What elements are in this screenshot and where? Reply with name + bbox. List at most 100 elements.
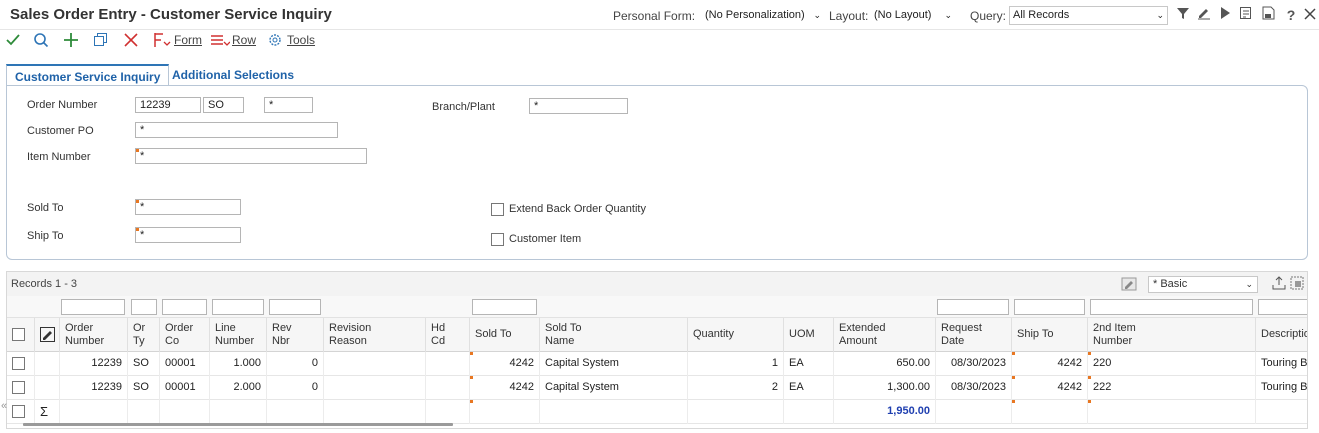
qbe-description[interactable]	[1258, 299, 1307, 315]
col-or-ty[interactable]: Or Ty	[127, 318, 159, 352]
col-label: Number	[65, 335, 105, 347]
col-order-co[interactable]: Order Co	[159, 318, 209, 352]
qbe-or-ty[interactable]	[131, 299, 157, 315]
ship-to-input[interactable]: *	[135, 227, 241, 243]
cell-or-ty: SO	[127, 376, 159, 400]
qbe-rev-nbr[interactable]	[269, 299, 321, 315]
col-second-item[interactable]: 2nd Item Number	[1087, 318, 1255, 352]
col-rev-nbr[interactable]: Rev Nbr	[266, 318, 323, 352]
qbe-filter-row	[7, 296, 1307, 318]
qbe-request-date[interactable]	[937, 299, 1009, 315]
col-label: Order	[65, 322, 94, 334]
qbe-order-number[interactable]	[61, 299, 125, 315]
select-all-checkbox[interactable]	[12, 328, 25, 341]
run-query-icon[interactable]	[1217, 6, 1233, 24]
col-hd-cd[interactable]: Hd Cd	[425, 318, 469, 352]
table-row[interactable]: 12239 SO 00001 2.000 0 4242 Capital Syst…	[7, 376, 1307, 400]
order-company-input[interactable]: *	[264, 97, 313, 113]
results-grid: Records 1 - 3 * Basic ⌄ Order Number Or …	[6, 271, 1308, 429]
tools-menu[interactable]: Tools	[287, 33, 315, 47]
cell-description: Touring Bik	[1255, 376, 1307, 400]
extend-backorder-checkbox[interactable]	[491, 203, 504, 216]
qbe-order-co[interactable]	[162, 299, 207, 315]
customer-item-checkbox[interactable]	[491, 233, 504, 246]
item-number-input[interactable]: *	[135, 148, 367, 164]
tab-additional-selections[interactable]: Additional Selections	[164, 64, 302, 86]
form-menu[interactable]: Form	[174, 33, 202, 47]
col-label: Revision	[329, 322, 372, 334]
layout-label: Layout:	[829, 9, 869, 23]
col-revision-reason[interactable]: Revision Reason	[323, 318, 425, 352]
col-label: Number	[1093, 335, 1133, 347]
find-button[interactable]	[33, 32, 49, 50]
table-row[interactable]: 12239 SO 00001 1.000 0 4242 Capital Syst…	[7, 352, 1307, 376]
chevron-down-icon: ⌄	[1156, 10, 1164, 20]
qbe-ship-to[interactable]	[1014, 299, 1085, 315]
layout-select[interactable]: (No Layout) ⌄	[870, 6, 956, 25]
row-checkbox[interactable]	[12, 357, 25, 370]
branch-plant-input[interactable]: *	[529, 98, 628, 114]
col-extended-amount[interactable]: Extended Amount	[833, 318, 935, 352]
customer-item-label: Customer Item	[509, 233, 582, 245]
row-menu-icon[interactable]	[210, 32, 230, 50]
grid-view-value: * Basic	[1153, 278, 1188, 290]
horizontal-scrollbar[interactable]	[23, 423, 453, 426]
copy-button[interactable]	[93, 32, 109, 50]
cell-empty	[59, 400, 127, 424]
total-extended-amount: 1,950.00	[833, 400, 935, 424]
filter-icon[interactable]	[1175, 6, 1191, 24]
row-edit-cell	[34, 376, 59, 400]
search-icon	[34, 33, 49, 48]
qbe-second-item[interactable]	[1090, 299, 1253, 315]
collapse-panel-icon[interactable]: «	[1, 400, 7, 412]
cell-empty	[469, 400, 539, 424]
col-quantity[interactable]: Quantity	[687, 318, 783, 352]
maximize-grid-icon[interactable]	[1290, 276, 1304, 290]
col-line-number[interactable]: Line Number	[209, 318, 266, 352]
row-checkbox[interactable]	[12, 405, 25, 418]
customer-po-input[interactable]: *	[135, 122, 338, 138]
form-menu-icon[interactable]	[153, 32, 171, 50]
ok-button[interactable]	[5, 32, 21, 50]
tab-customer-service-inquiry[interactable]: Customer Service Inquiry	[6, 64, 170, 87]
col-description[interactable]: Descriptio	[1255, 318, 1307, 352]
edit-row-icon[interactable]	[40, 327, 55, 342]
sold-to-input[interactable]: *	[135, 199, 241, 215]
query-select[interactable]: All Records ⌄	[1009, 6, 1168, 25]
row-menu[interactable]: Row	[232, 33, 256, 47]
layout-value: (No Layout)	[874, 9, 932, 21]
order-type-input[interactable]: SO	[203, 97, 244, 113]
delete-button[interactable]	[123, 32, 139, 50]
col-label: Order	[165, 322, 194, 334]
qbe-line-number[interactable]	[212, 299, 264, 315]
gear-icon[interactable]	[267, 32, 283, 50]
grid-format-icon[interactable]	[1121, 277, 1137, 291]
col-order-number[interactable]: Order Number	[59, 318, 127, 352]
order-number-input[interactable]: 12239	[135, 97, 201, 113]
help-icon[interactable]: ?	[1283, 6, 1299, 24]
personal-form-select[interactable]: (No Personalization) ⌄	[701, 6, 825, 25]
action-toolbar: Form Row Tools	[0, 30, 1319, 52]
col-ship-to[interactable]: Ship To	[1011, 318, 1087, 352]
tools-menu-label: Tools	[287, 33, 316, 47]
col-sold-to[interactable]: Sold To	[469, 318, 539, 352]
col-sold-to-name[interactable]: Sold To Name	[539, 318, 687, 352]
grid-view-select[interactable]: * Basic ⌄	[1148, 276, 1258, 293]
notes-icon[interactable]	[1238, 6, 1254, 24]
col-label: Date	[941, 335, 965, 347]
export-icon[interactable]	[1272, 276, 1286, 290]
row-checkbox[interactable]	[12, 381, 25, 394]
row-select-cell	[7, 376, 34, 400]
form-menu-label: Form	[174, 33, 202, 47]
cell-order-number: 12239	[59, 376, 127, 400]
col-request-date[interactable]: Request Date	[935, 318, 1011, 352]
col-uom[interactable]: UOM	[783, 318, 833, 352]
save-icon[interactable]	[1260, 6, 1276, 24]
query-label: Query:	[970, 9, 1007, 23]
cell-empty	[1087, 400, 1255, 424]
personal-form-label: Personal Form:	[613, 9, 696, 23]
close-icon[interactable]	[1302, 6, 1318, 24]
add-button[interactable]	[63, 32, 79, 50]
edit-query-icon[interactable]	[1196, 6, 1212, 24]
qbe-sold-to[interactable]	[472, 299, 537, 315]
